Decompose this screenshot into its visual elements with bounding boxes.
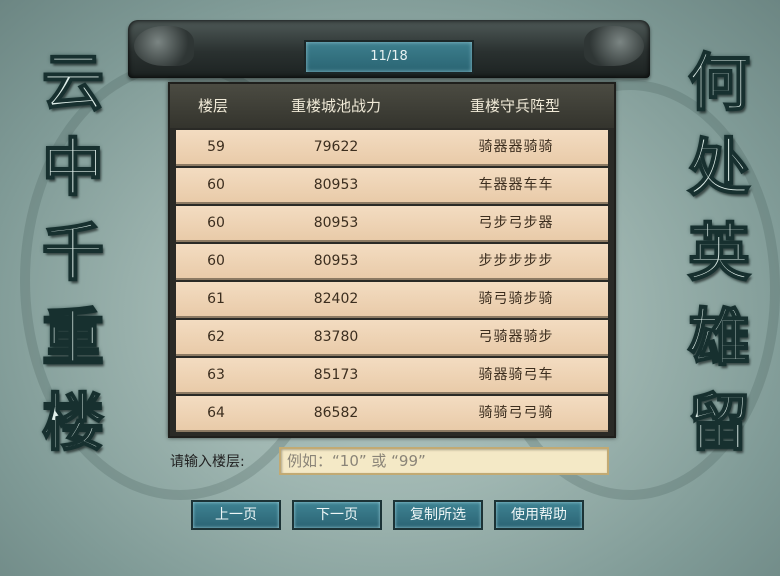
right-banner-char: 何 — [687, 45, 751, 120]
left-banner-char: 重 — [41, 300, 105, 375]
left-banner-char: 云 — [41, 45, 105, 120]
right-banner-char: 留 — [687, 385, 751, 460]
left-banner: 云 中 千 重 楼 — [18, 40, 128, 465]
right-banner-char: 英 — [687, 215, 751, 290]
left-banner-char: 楼 — [41, 385, 105, 460]
floor-table: 楼层 重楼城池战力 重楼守兵阵型 59 79622 骑器器骑骑 60 80953… — [168, 82, 616, 438]
next-page-button[interactable]: 下一页 — [292, 500, 382, 530]
cell-floor: 59 — [207, 139, 225, 155]
cell-floor: 62 — [207, 329, 225, 345]
table-row[interactable]: 59 79622 骑器器骑骑 — [176, 130, 608, 166]
table-header: 楼层 重楼城池战力 重楼守兵阵型 — [170, 84, 614, 128]
column-header-formation: 重楼守兵阵型 — [469, 97, 560, 115]
floor-input-label: 请输入楼层: — [170, 454, 245, 470]
cell-formation: 骑器骑弓车 — [478, 367, 554, 383]
help-button[interactable]: 使用帮助 — [494, 500, 584, 530]
cell-floor: 63 — [207, 367, 225, 383]
cell-formation: 车器器车车 — [478, 177, 554, 193]
table-row[interactable]: 63 85173 骑器骑弓车 — [176, 358, 608, 394]
cell-floor: 60 — [207, 215, 225, 231]
cell-power: 80953 — [313, 215, 359, 231]
cell-formation: 骑器器骑骑 — [478, 139, 554, 155]
cell-formation: 步步步步步 — [478, 253, 554, 269]
cell-floor: 60 — [207, 177, 225, 193]
cell-formation: 骑弓骑步骑 — [478, 291, 554, 307]
cell-formation: 弓步弓步器 — [478, 215, 554, 231]
cell-power: 86582 — [313, 405, 359, 421]
cell-formation: 弓骑器骑步 — [478, 329, 554, 345]
cell-power: 80953 — [313, 253, 359, 269]
left-banner-char: 中 — [41, 130, 105, 205]
cell-floor: 60 — [207, 253, 225, 269]
table-row[interactable]: 61 82402 骑弓骑步骑 — [176, 282, 608, 318]
prev-page-button[interactable]: 上一页 — [191, 500, 281, 530]
cell-formation: 骑骑弓弓骑 — [478, 405, 554, 421]
cell-power: 85173 — [313, 367, 359, 383]
copy-selected-button[interactable]: 复制所选 — [393, 500, 483, 530]
table-row[interactable]: 60 80953 弓步弓步器 — [176, 206, 608, 242]
cell-power: 79622 — [313, 139, 359, 155]
column-header-floor: 楼层 — [197, 97, 228, 115]
cell-power: 83780 — [313, 329, 359, 345]
cell-power: 82402 — [313, 291, 359, 307]
left-banner-char: 千 — [41, 215, 105, 290]
cell-floor: 61 — [207, 291, 225, 307]
column-header-power: 重楼城池战力 — [290, 97, 381, 115]
right-banner-char: 雄 — [687, 300, 751, 375]
right-banner: 何 处 英 雄 留 — [664, 40, 774, 465]
table-row[interactable]: 60 80953 车器器车车 — [176, 168, 608, 204]
page-indicator: 11/18 — [304, 40, 474, 74]
table-row[interactable]: 62 83780 弓骑器骑步 — [176, 320, 608, 356]
right-banner-char: 处 — [687, 130, 751, 205]
cell-floor: 64 — [207, 405, 225, 421]
table-row[interactable]: 64 86582 骑骑弓弓骑 — [176, 396, 608, 432]
floor-input[interactable] — [279, 447, 609, 475]
cell-power: 80953 — [313, 177, 359, 193]
table-row[interactable]: 60 80953 步步步步步 — [176, 244, 608, 280]
